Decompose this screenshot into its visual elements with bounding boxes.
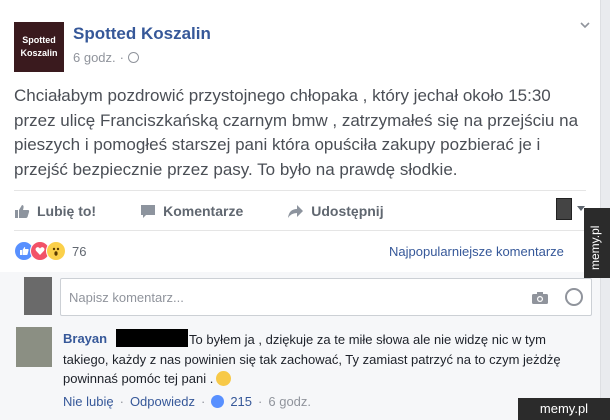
divider [14, 230, 586, 231]
actor-avatar[interactable] [556, 198, 572, 220]
current-user-avatar [24, 277, 52, 315]
comment-unlike-link[interactable]: Nie lubię [63, 394, 114, 409]
emoji-icon[interactable] [565, 288, 583, 306]
dot-separator: · [119, 394, 124, 409]
like-label: Lubię to! [37, 203, 97, 219]
comment-icon [141, 204, 156, 218]
comment-input[interactable]: Napisz komentarz... [60, 278, 592, 316]
action-bar: Lubię to! Komentarze Udostępnij [14, 200, 586, 222]
laughing-emoji-icon [216, 371, 232, 386]
comment-like-count[interactable]: 215 [230, 394, 252, 409]
watermark-side: memy.pl [584, 208, 610, 278]
redaction-bar [116, 329, 188, 347]
dot-separator: · [258, 394, 263, 409]
comment-reply-link[interactable]: Odpowiedz [130, 394, 195, 409]
camera-icon[interactable] [531, 291, 549, 305]
thumbs-up-icon [15, 205, 30, 218]
share-button[interactable]: Udostępnij [287, 203, 384, 219]
comment-placeholder: Napisz komentarz... [69, 290, 184, 305]
reaction-count: 76 [72, 243, 87, 259]
post-meta: 6 godz. · [73, 50, 139, 65]
meta-separator: · [119, 50, 124, 65]
post-time[interactable]: 6 godz. [73, 50, 116, 65]
comment-label: Komentarze [163, 203, 244, 219]
dot-separator: · [200, 394, 206, 409]
chevron-down-icon[interactable] [580, 20, 590, 30]
page-name-link[interactable]: Spotted Koszalin [73, 24, 211, 44]
watermark-bottom: memy.pl [518, 398, 610, 420]
reactions-summary[interactable]: 76 [14, 241, 86, 261]
post-card: Spotted Koszalin Spotted Koszalin 6 godz… [0, 0, 601, 420]
watermark-side-text: memy.pl [588, 225, 602, 270]
wow-reaction-icon [46, 241, 66, 261]
like-button[interactable]: Lubię to! [14, 203, 96, 219]
globe-icon [128, 52, 139, 63]
post-text: Chciałabym pozdrowić przystojnego chłopa… [14, 86, 579, 179]
like-count-icon [211, 395, 225, 408]
comment-author-name[interactable]: Brayan [63, 331, 107, 346]
page-avatar-text-line1: Spotted [22, 35, 56, 45]
comment-time[interactable]: 6 godz. [268, 394, 311, 409]
share-icon [288, 204, 304, 218]
comment-author-avatar[interactable] [16, 327, 52, 367]
comment-actions: Nie lubię · Odpowiedz · 215 · 6 godz. [63, 394, 311, 409]
page-avatar[interactable]: Spotted Koszalin [14, 22, 64, 72]
top-comments-dropdown[interactable]: Najpopularniejsze komentarze [389, 244, 564, 259]
divider [14, 190, 586, 191]
comment-button[interactable]: Komentarze [140, 203, 243, 219]
page-avatar-text-line2: Koszalin [20, 48, 58, 58]
share-label: Udostępnij [311, 203, 384, 219]
